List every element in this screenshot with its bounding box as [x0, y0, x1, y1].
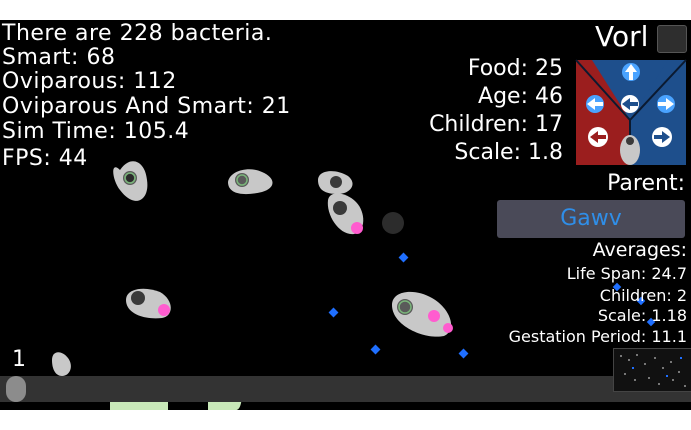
arrow-left-icon[interactable]: [621, 95, 639, 113]
minimap[interactable]: [613, 348, 691, 392]
rotate-right-icon[interactable]: [652, 127, 672, 147]
avg-gestation: Gestation Period: 11.1: [508, 327, 687, 346]
timeline-handle[interactable]: [6, 376, 26, 402]
parent-label: Parent:: [607, 171, 685, 196]
selected-bacterium-icon: [620, 135, 640, 165]
minimap-dots: [620, 354, 686, 387]
arrow-up-icon[interactable]: [622, 63, 640, 81]
simulation-viewport[interactable]: There are 228 bacteria. Smart: 68 Ovipar…: [0, 20, 691, 410]
timeline-slider[interactable]: [0, 376, 691, 402]
game-screen: There are 228 bacteria. Smart: 68 Ovipar…: [0, 0, 691, 430]
arrow-right-icon[interactable]: [657, 95, 675, 113]
generation-number: 1: [12, 347, 26, 372]
parent-button[interactable]: Gawv: [497, 200, 685, 238]
avg-children: Children: 2: [599, 286, 687, 305]
rotate-left-icon[interactable]: [588, 127, 608, 147]
avg-scale: Scale: 1.18: [597, 306, 687, 325]
arrow-left-icon[interactable]: [586, 95, 604, 113]
avg-life-span: Life Span: 24.7: [566, 264, 687, 283]
averages-title: Averages:: [592, 239, 687, 261]
